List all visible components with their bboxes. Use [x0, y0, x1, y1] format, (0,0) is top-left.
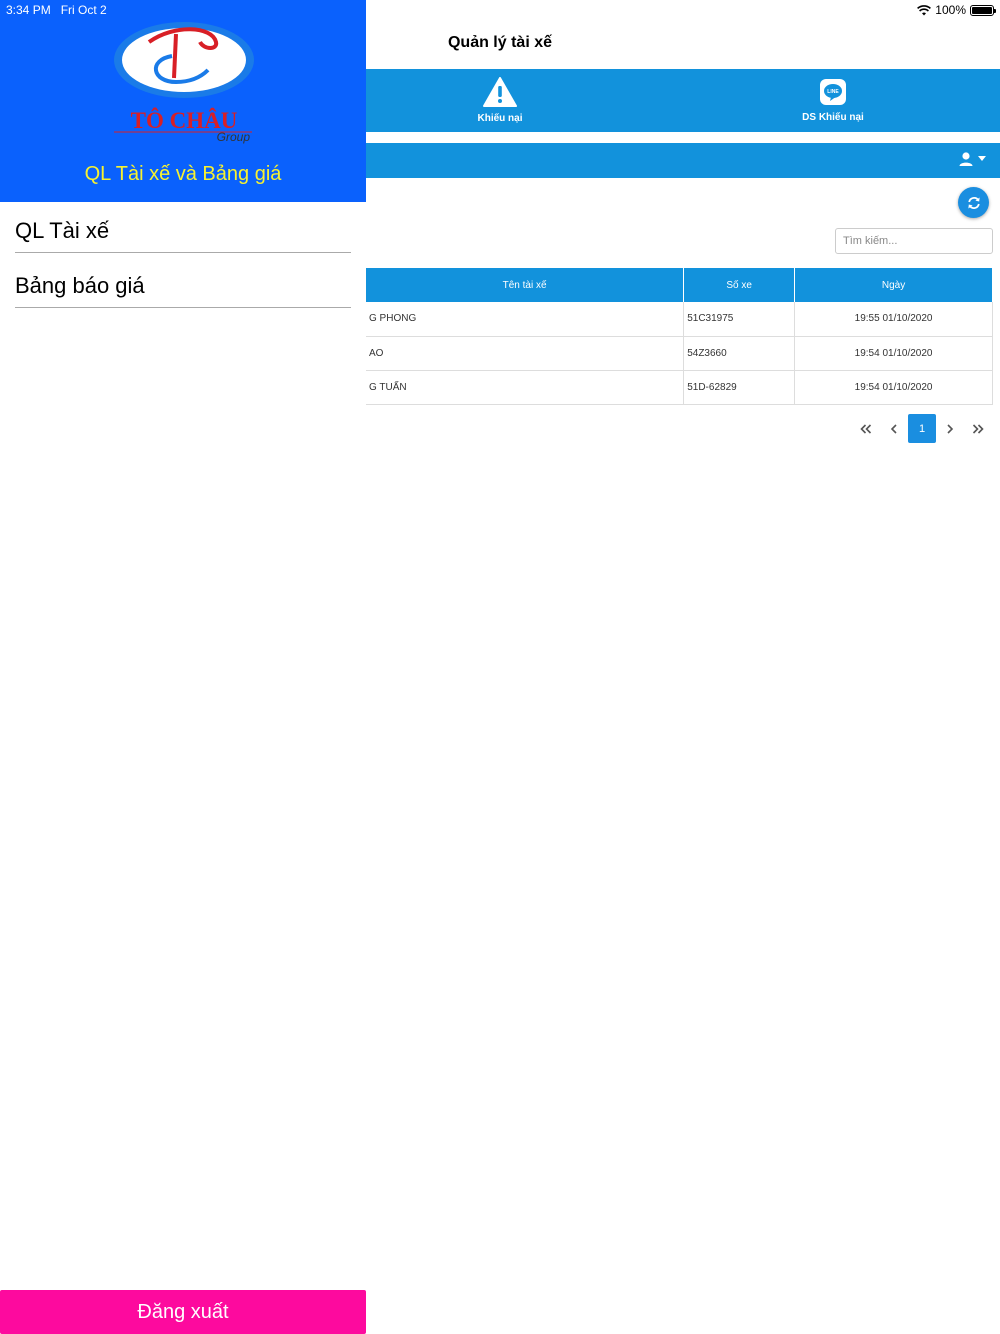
search-input[interactable] [835, 228, 993, 254]
pagination: 1 [852, 414, 992, 443]
tab-ds-khieu-nai-label: DS Khiếu nại [802, 112, 864, 123]
header-plate[interactable]: Số xe [683, 268, 796, 302]
cell-date: 19:54 01/10/2020 [794, 370, 993, 405]
cell-driver-name: AO [366, 336, 685, 371]
menu-item-bang-bao-gia[interactable]: Bảng báo giá [15, 255, 351, 308]
cell-driver-name: G PHONG [366, 302, 685, 337]
double-chevron-left-icon [860, 423, 872, 434]
cell-date: 19:55 01/10/2020 [794, 302, 993, 337]
refresh-icon [967, 196, 980, 209]
side-drawer: TÔ CHÂU Group QL Tài xế và Bảng giá QL T… [0, 0, 366, 1334]
logo-sub-text: Group [217, 130, 251, 144]
warning-icon [483, 77, 517, 107]
tab-khieu-nai[interactable]: Khiếu nại [400, 69, 600, 132]
table-row[interactable]: G TUẤN 51D-62829 19:54 01/10/2020 [366, 370, 993, 405]
header-driver-name[interactable]: Tên tài xế [366, 268, 685, 302]
status-date: Fri Oct 2 [60, 3, 107, 17]
cell-plate: 51C31975 [683, 302, 796, 337]
svg-text:LINE: LINE [827, 89, 839, 95]
status-time: 3:34 PM Fri Oct 2 [6, 3, 107, 17]
table-row[interactable]: G PHONG 51C31975 19:55 01/10/2020 [366, 302, 993, 337]
table-row[interactable]: AO 54Z3660 19:54 01/10/2020 [366, 336, 993, 371]
user-icon [959, 152, 973, 166]
logout-button[interactable]: Đăng xuất [0, 1290, 366, 1334]
drawer-subtitle: QL Tài xế và Bảng giá [84, 163, 282, 185]
cell-date: 19:54 01/10/2020 [794, 336, 993, 371]
user-menu[interactable] [958, 151, 986, 167]
double-chevron-right-icon [972, 423, 984, 434]
tab-ds-khieu-nai[interactable]: LINE DS Khiếu nại [733, 69, 933, 132]
chevron-left-icon [890, 423, 897, 434]
page-number-button[interactable]: 1 [908, 414, 936, 443]
driver-table: Tên tài xế Số xe Ngày G PHONG 51C31975 1… [366, 268, 993, 405]
prev-page-button[interactable] [880, 414, 908, 443]
caret-down-icon [978, 156, 986, 161]
to-chau-logo: TÔ CHÂU Group [114, 22, 254, 144]
cell-plate: 54Z3660 [683, 336, 796, 371]
chevron-right-icon [947, 423, 954, 434]
cell-plate: 51D-62829 [683, 370, 796, 405]
drawer-header: TÔ CHÂU Group QL Tài xế và Bảng giá [0, 0, 366, 202]
last-page-button[interactable] [964, 414, 992, 443]
status-indicators: 100% [917, 3, 996, 17]
battery-icon [970, 4, 996, 16]
refresh-button[interactable] [958, 187, 989, 218]
first-page-button[interactable] [852, 414, 880, 443]
line-chat-icon: LINE [820, 79, 846, 105]
tab-khieu-nai-label: Khiếu nại [477, 113, 523, 124]
next-page-button[interactable] [936, 414, 964, 443]
status-clock: 3:34 PM [6, 3, 51, 17]
battery-percent: 100% [935, 3, 966, 17]
table-header-row: Tên tài xế Số xe Ngày [366, 268, 993, 302]
cell-driver-name: G TUẤN [366, 370, 685, 405]
wifi-icon [917, 4, 932, 15]
header-date[interactable]: Ngày [794, 268, 993, 302]
menu-item-ql-tai-xe[interactable]: QL Tài xế [15, 200, 351, 253]
